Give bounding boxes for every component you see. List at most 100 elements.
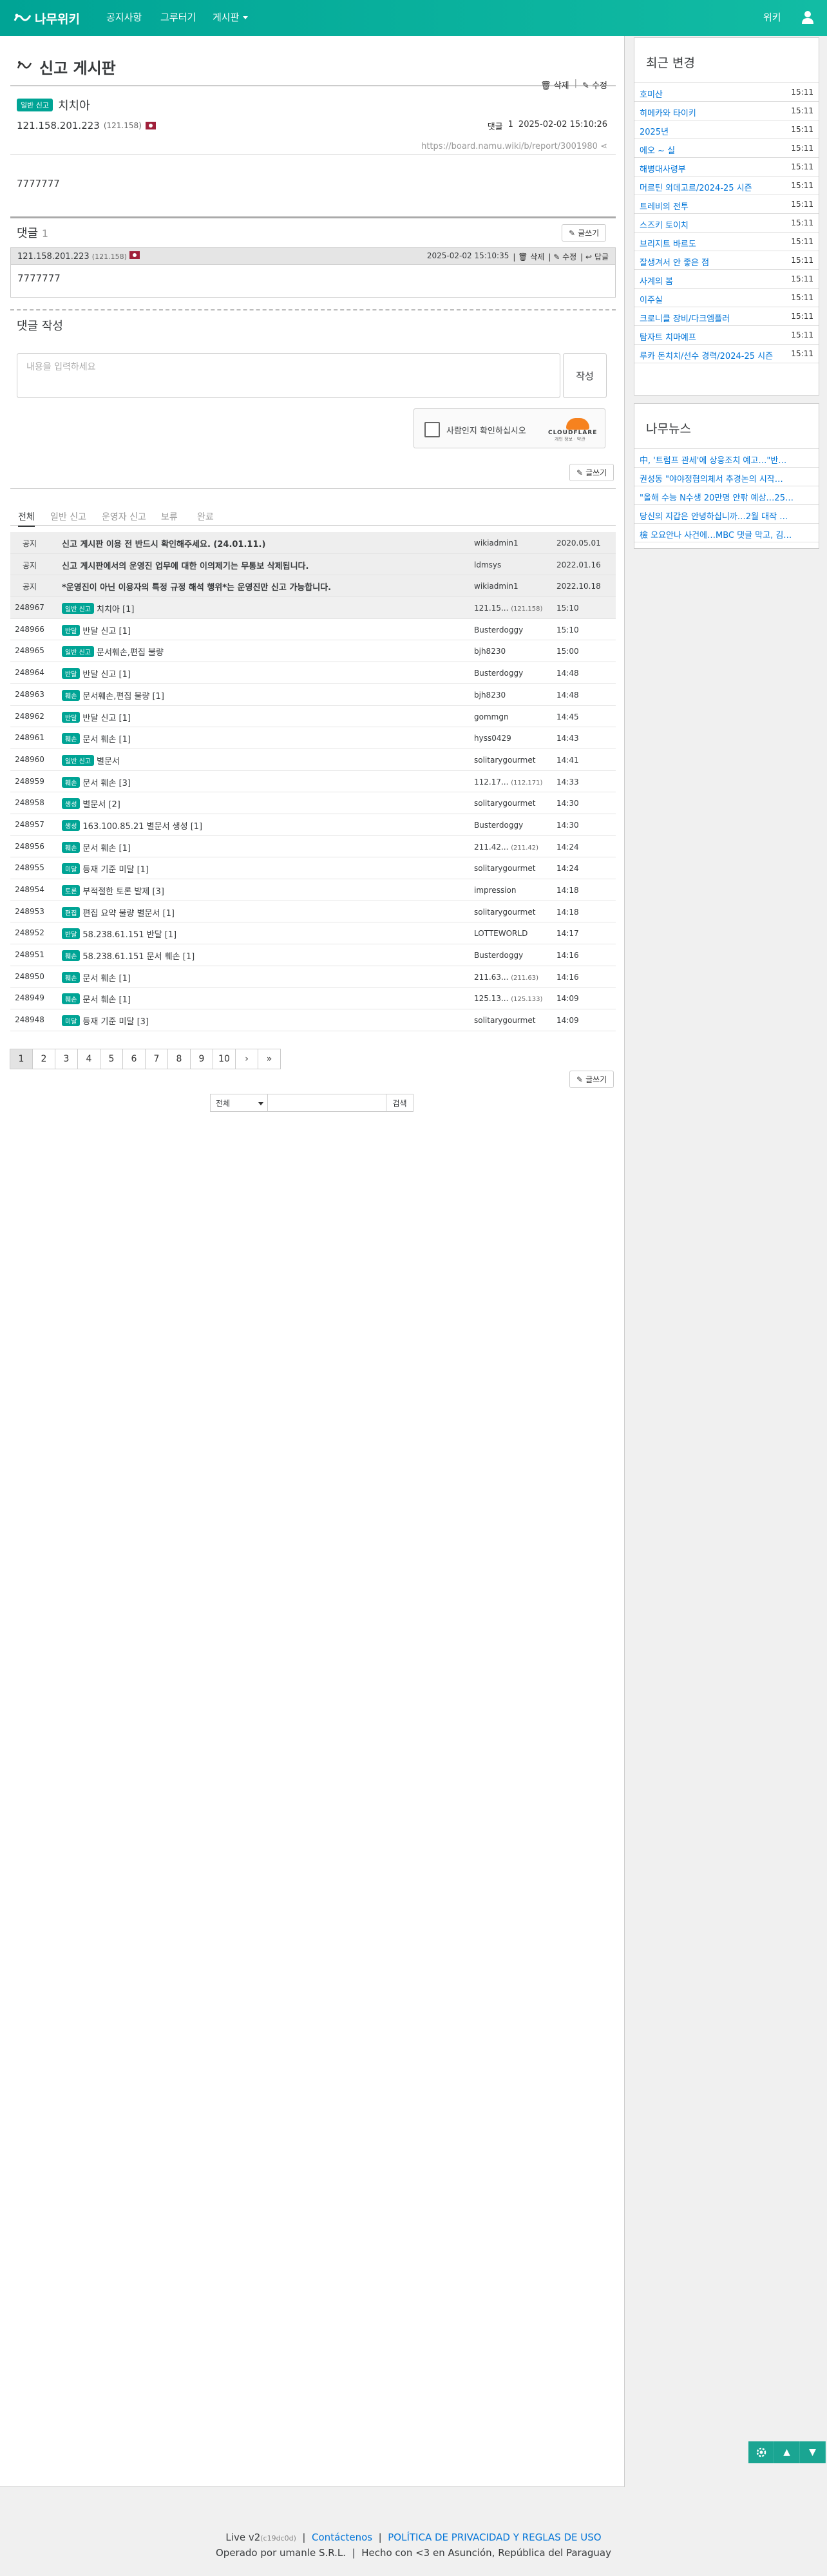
captcha-links[interactable]: 개인 정보 · 약관 — [555, 436, 585, 443]
post-link[interactable]: 훼손 문서 훼손 [1] — [62, 732, 131, 745]
recent-change-link[interactable]: 스즈키 토이치 — [640, 221, 689, 231]
page-button[interactable]: 8 — [167, 1049, 191, 1069]
nav-board-dropdown[interactable]: 게시판 — [213, 10, 249, 24]
news-link[interactable]: 檢 오요안나 사건에…MBC 댓글 막고, 김… — [640, 531, 792, 540]
write-button[interactable]: ✎ 글쓰기 — [569, 1071, 614, 1088]
post-link[interactable]: 미달 등재 기준 미달 [1] — [62, 863, 149, 875]
recent-change-link[interactable]: 에오 ~ 실 — [640, 146, 675, 156]
post-author[interactable]: 211.63... (211.63) — [474, 973, 538, 982]
submit-comment-button[interactable]: 작성 — [563, 353, 607, 398]
page-button[interactable]: › — [235, 1049, 258, 1069]
delete-post-button[interactable]: 🗑 삭제 — [540, 79, 569, 91]
comment-author[interactable]: 121.158.201.223 (121.158) — [17, 251, 140, 262]
recent-change-link[interactable]: 이주실 — [640, 296, 663, 305]
news-link[interactable]: 당신의 지갑은 안녕하십니까…2월 대작 … — [640, 512, 788, 522]
post-link[interactable]: 훼손 58.238.61.151 문서 훼손 [1] — [62, 949, 195, 962]
post-link[interactable]: 미달 등재 기준 미달 [3] — [62, 1015, 149, 1027]
page-button[interactable]: 2 — [32, 1049, 55, 1069]
post-author[interactable]: bjh8230 — [474, 691, 506, 700]
post-author[interactable]: Busterdoggy — [474, 625, 523, 634]
share-icon[interactable]: ⋖ — [600, 142, 607, 151]
comment-delete-button[interactable]: | 🗑 삭제 — [513, 251, 544, 262]
search-button[interactable]: 검색 — [386, 1094, 414, 1112]
recent-change-link[interactable]: 루카 돈치치/선수 경력/2024-25 시즌 — [640, 352, 773, 361]
post-author[interactable]: Busterdoggy — [474, 821, 523, 830]
page-button[interactable]: » — [258, 1049, 281, 1069]
user-icon[interactable] — [801, 10, 814, 24]
page-button[interactable]: 3 — [55, 1049, 78, 1069]
post-link[interactable]: 반달 반달 신고 [1] — [62, 624, 131, 636]
scroll-top-button[interactable]: ▲ — [774, 2441, 800, 2463]
news-link[interactable]: 권성동 "야야정협의체서 추경논의 시작… — [640, 475, 783, 484]
post-link[interactable]: 훼손 문서 훼손 [1] — [62, 971, 131, 984]
post-author[interactable]: hyss0429 — [474, 734, 511, 743]
post-author[interactable]: solitarygourmet — [474, 799, 535, 808]
post-author[interactable]: 121.15... (121.158) — [474, 604, 542, 613]
tab-all[interactable]: 전체 — [18, 510, 35, 527]
page-button[interactable]: 4 — [77, 1049, 100, 1069]
post-author[interactable]: impression — [474, 886, 516, 895]
post-link[interactable]: 훼손 문서 훼손 [1] — [62, 841, 131, 854]
scroll-bottom-button[interactable]: ▼ — [800, 2441, 826, 2463]
tab-done[interactable]: 완료 — [197, 510, 214, 523]
post-author[interactable]: solitarygourmet — [474, 864, 535, 873]
post-link[interactable]: 반달 58.238.61.151 반달 [1] — [62, 928, 176, 940]
search-type-select[interactable]: 전체 — [210, 1094, 268, 1112]
post-link[interactable]: 훼손 문서훼손,편집 불량 [1] — [62, 689, 164, 701]
post-author[interactable]: solitarygourmet — [474, 756, 535, 765]
post-author[interactable]: 125.13... (125.133) — [474, 994, 542, 1003]
tab-general-report[interactable]: 일반 신고 — [50, 510, 86, 523]
post-link[interactable]: 일반 신고 별문서 — [62, 754, 120, 767]
recent-change-link[interactable]: 트레비의 전투 — [640, 202, 689, 212]
recent-change-link[interactable]: 탐자트 치마예프 — [640, 333, 696, 343]
comment-reply-button[interactable]: | ↩ 답글 — [580, 251, 609, 262]
recent-change-link[interactable]: 브리지트 바르도 — [640, 240, 696, 249]
page-button[interactable]: 7 — [145, 1049, 168, 1069]
post-author[interactable]: gommgn — [474, 712, 509, 721]
post-link[interactable]: 신고 게시판에서의 운영진 업무에 대한 이의제기는 무통보 삭제됩니다. — [62, 559, 309, 571]
nav-notice[interactable]: 공지사항 — [106, 10, 142, 24]
recent-change-link[interactable]: 사계의 봄 — [640, 277, 673, 287]
nav-stump[interactable]: 그루터기 — [160, 10, 196, 24]
post-author[interactable]: Busterdoggy — [474, 669, 523, 678]
post-author[interactable]: solitarygourmet — [474, 908, 535, 917]
page-button[interactable]: 9 — [190, 1049, 213, 1069]
post-author[interactable]: LOTTEWORLD — [474, 929, 528, 938]
post-link[interactable]: 편집 편집 요약 불량 별문서 [1] — [62, 906, 175, 919]
page-button[interactable]: 6 — [122, 1049, 146, 1069]
post-author[interactable]: solitarygourmet — [474, 1016, 535, 1025]
nav-wiki[interactable]: 위키 — [763, 10, 781, 24]
post-author[interactable]: bjh8230 — [474, 647, 506, 656]
post-link[interactable]: 훼손 문서 훼손 [3] — [62, 776, 131, 788]
post-author[interactable]: wikiadmin1 — [474, 539, 518, 548]
page-button[interactable]: 1 — [10, 1049, 33, 1069]
post-url[interactable]: https://board.namu.wiki/b/report/3001980… — [421, 142, 607, 151]
search-input[interactable] — [268, 1094, 386, 1112]
settings-button[interactable] — [748, 2441, 774, 2463]
page-button[interactable]: 10 — [213, 1049, 236, 1069]
write-button[interactable]: ✎ 글쓰기 — [562, 224, 607, 242]
post-link[interactable]: 훼손 문서 훼손 [1] — [62, 993, 131, 1005]
news-link[interactable]: "올해 수능 N수생 20만명 안팎 예상…25… — [640, 493, 794, 503]
contact-link[interactable]: Contáctenos — [312, 2532, 372, 2543]
post-author[interactable]: wikiadmin1 — [474, 582, 518, 591]
post-link[interactable]: 토론 부적절한 토론 발제 [3] — [62, 884, 164, 897]
tab-admin-report[interactable]: 운영자 신고 — [102, 510, 146, 523]
recent-change-link[interactable]: 해병대사령부 — [640, 165, 686, 175]
post-link[interactable]: 신고 게시판 이용 전 반드시 확인해주세요. (24.01.11.) — [62, 537, 265, 549]
post-author[interactable]: 112.17... (112.171) — [474, 778, 542, 787]
policy-link[interactable]: POLÍTICA DE PRIVACIDAD Y REGLAS DE USO — [388, 2532, 601, 2543]
captcha-checkbox[interactable] — [424, 422, 440, 437]
comment-textarea[interactable]: 내용을 입력하세요 — [17, 353, 560, 398]
post-link[interactable]: 일반 신고 치치아 [1] — [62, 602, 134, 615]
post-author[interactable]: 211.42... (211.42) — [474, 843, 538, 852]
recent-change-link[interactable]: 호미산 — [640, 90, 663, 100]
recent-change-link[interactable]: 머르틴 외데고르/2024-25 시즌 — [640, 184, 752, 193]
comment-edit-button[interactable]: | ✎ 수정 — [548, 251, 576, 262]
post-link[interactable]: 일반 신고 문서훼손,편집 불량 — [62, 645, 164, 658]
post-author-ip[interactable]: 121.158.201.223 — [17, 120, 100, 131]
write-button[interactable]: ✎ 글쓰기 — [569, 464, 614, 481]
post-author[interactable]: ldmsys — [474, 560, 501, 569]
recent-change-link[interactable]: 히메카와 타이키 — [640, 109, 696, 119]
post-author[interactable]: Busterdoggy — [474, 951, 523, 960]
